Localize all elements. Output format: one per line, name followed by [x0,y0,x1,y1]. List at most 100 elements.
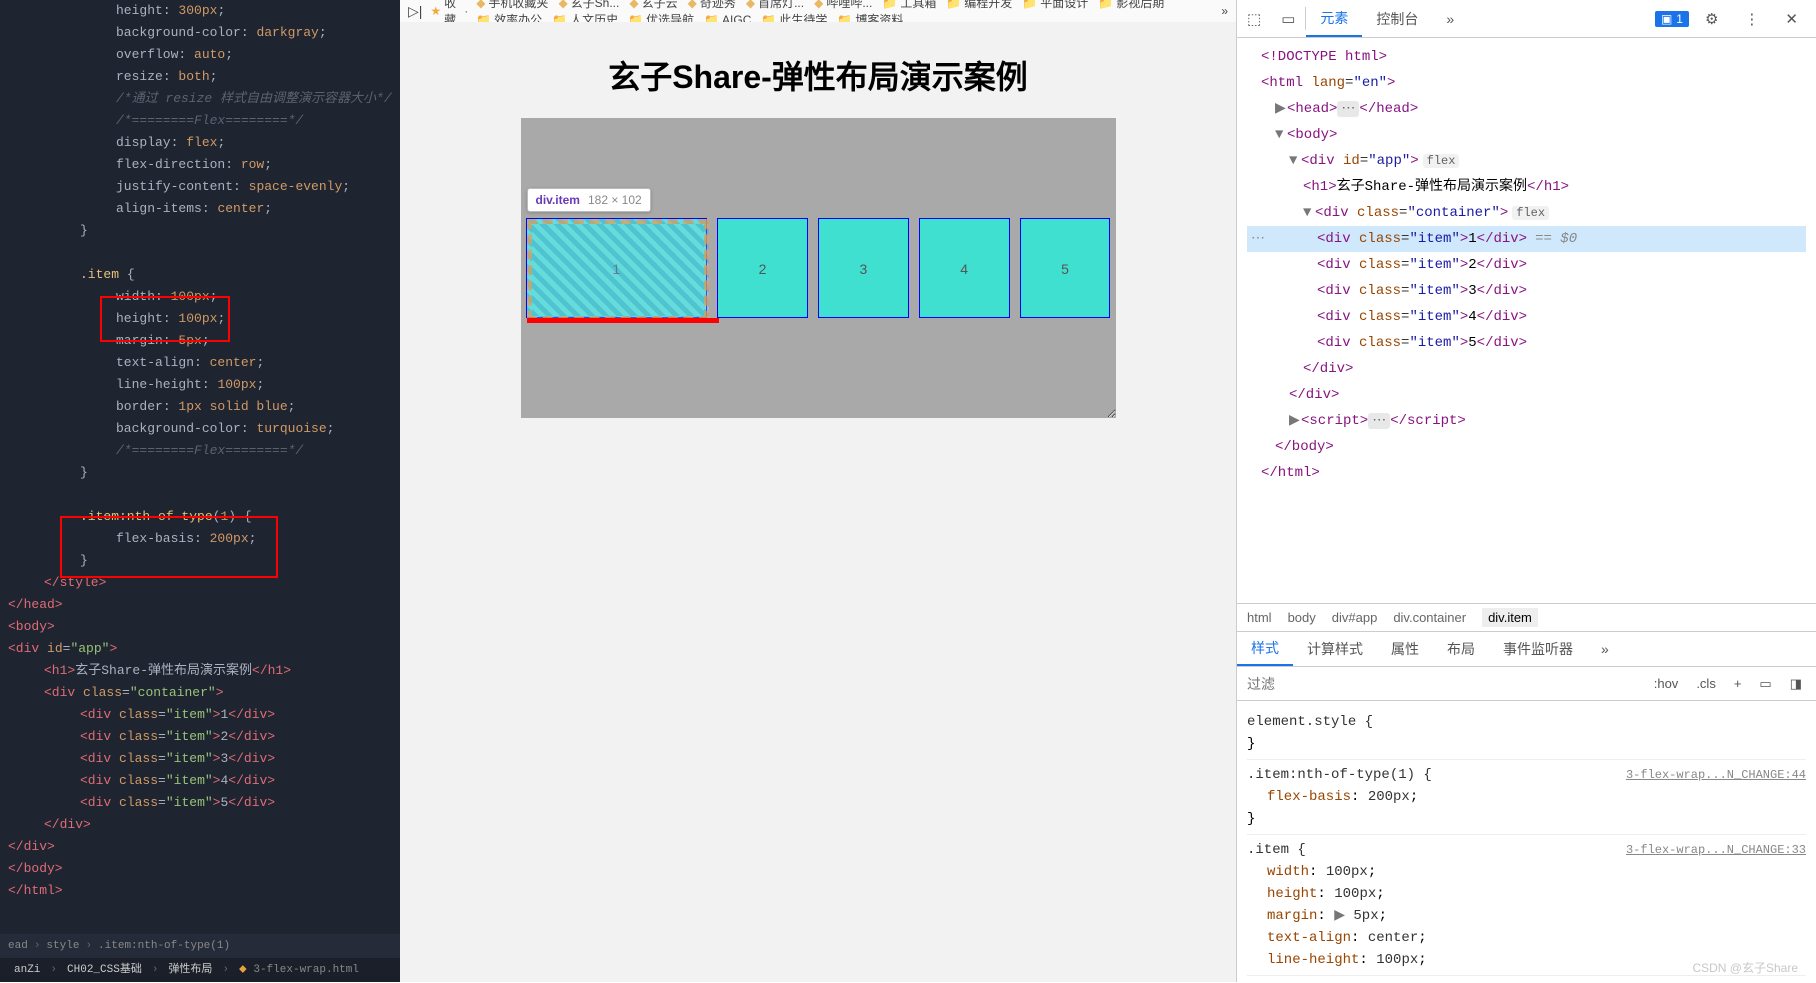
tab-properties[interactable]: 属性 [1377,639,1433,659]
code-line[interactable]: <div id="app"> [8,638,400,660]
file-name[interactable]: ⬥ 3-flex-wrap.html [233,957,365,983]
demo-flex-container[interactable]: div.item 182 × 102 1 2 3 4 5 [521,118,1116,418]
code-line[interactable]: justify-content: space-evenly; [8,176,400,198]
crumb[interactable]: div.container [1393,610,1466,625]
code-line[interactable]: <div class="container"> [8,682,400,704]
element-node[interactable]: ▼<body> [1247,122,1806,148]
filter-input[interactable] [1237,676,1648,692]
editor-breadcrumb[interactable]: ead› style› .item:nth-of-type(1) [0,934,400,958]
bookmark-item[interactable]: ◆玄子Sh... [558,0,619,11]
code-line[interactable]: height: 300px; [8,0,400,22]
code-line[interactable]: </body> [8,858,400,880]
element-node[interactable]: ▼<div id="app">flex [1247,148,1806,174]
element-node[interactable]: <!DOCTYPE html> [1247,44,1806,70]
device-icon[interactable]: ▭ [1271,10,1305,28]
bookmark-bar[interactable]: ▷| ★收藏 · ◆手机收藏夹◆玄子Sh...◆玄子云◆奇迹秀◆首席灯...◆哔… [400,0,1236,22]
code-line[interactable]: } [8,462,400,484]
style-rule[interactable]: .item {3-flex-wrap...N_CHANGE:33width: 1… [1247,835,1806,976]
bookmark-item[interactable]: ◆手机收藏夹 [476,0,548,11]
element-node[interactable]: </html> [1247,460,1806,486]
element-node[interactable]: <div class="item">3</div> [1247,278,1806,304]
code-line[interactable]: <div class="item">1</div> [8,704,400,726]
bookmark-item[interactable]: 📁影视后期 [1098,0,1164,11]
element-node[interactable]: </div> [1247,356,1806,382]
element-node[interactable]: </body> [1247,434,1806,460]
flex-item[interactable]: 1 [526,218,708,318]
code-line[interactable]: .item { [8,264,400,286]
flex-item[interactable]: 2 [717,218,808,318]
bookmark-item[interactable]: 📁平面设计 [1022,0,1088,11]
crumb-active[interactable]: div.item [1482,608,1538,627]
crumb[interactable]: html [1247,610,1272,625]
code-line[interactable]: background-color: darkgray; [8,22,400,44]
path-seg[interactable]: 弹性布局 [162,957,218,983]
code-line[interactable]: <body> [8,616,400,638]
code-line[interactable]: align-items: center; [8,198,400,220]
code-line[interactable]: /*通过 resize 样式自由调整演示容器大小*/ [8,88,400,110]
flex-item[interactable]: 5 [1020,218,1111,318]
dom-breadcrumb[interactable]: html body div#app div.container div.item [1237,603,1816,631]
element-node[interactable]: ▶<script>⋯</script> [1247,408,1806,434]
code-line[interactable] [8,484,400,506]
path-seg[interactable]: anZi [8,957,46,983]
style-rule[interactable]: element.style {} [1247,707,1806,760]
tab-styles[interactable]: 样式 [1237,632,1293,666]
flex-item[interactable]: 3 [818,218,909,318]
element-node[interactable]: ▶<head>⋯</head> [1247,96,1806,122]
bookmark-item[interactable]: 📁编程开发 [946,0,1012,11]
close-icon[interactable]: ✕ [1775,10,1808,28]
element-node[interactable]: </div> [1247,382,1806,408]
element-node[interactable]: <div class="item">2</div> [1247,252,1806,278]
nav-forward-icon[interactable]: ▷| [408,3,422,20]
crumb[interactable]: div#app [1332,610,1378,625]
code-line[interactable]: </head> [8,594,400,616]
code-line[interactable]: border: 1px solid blue; [8,396,400,418]
code-area[interactable]: height: 300px;background-color: darkgray… [0,0,400,934]
code-line[interactable]: background-color: turquoise; [8,418,400,440]
code-line[interactable]: } [8,220,400,242]
tab-layout[interactable]: 布局 [1433,639,1489,659]
code-line[interactable]: text-align: center; [8,352,400,374]
more-icon[interactable]: » [1221,4,1228,18]
code-line[interactable]: </div> [8,814,400,836]
issues-badge[interactable]: ▣1 [1655,11,1689,27]
inspect-icon[interactable]: ⬚ [1237,10,1271,28]
source-link[interactable]: 3-flex-wrap...N_CHANGE:44 [1626,764,1806,786]
code-line[interactable]: </div> [8,836,400,858]
source-link[interactable]: 3-flex-wrap...N_CHANGE:33 [1626,839,1806,861]
path-seg[interactable]: CH02_CSS基础 [61,957,148,983]
styles-pane[interactable]: element.style {}.item:nth-of-type(1) {3-… [1237,701,1816,982]
bookmark-item[interactable]: ◆首席灯... [746,0,804,11]
code-line[interactable]: resize: both; [8,66,400,88]
bookmark-item[interactable]: ◆玄子云 [629,0,677,11]
more-tabs-icon[interactable]: » [1587,641,1623,657]
code-line[interactable]: <h1>玄子Share-弹性布局演示案例</h1> [8,660,400,682]
settings-icon[interactable]: ⚙ [1695,10,1728,28]
crumb[interactable]: style [46,935,79,957]
element-node[interactable]: ⋯<div class="item">1</div>== $0 [1247,226,1806,252]
code-line[interactable]: display: flex; [8,132,400,154]
crumb[interactable]: ead [8,935,28,957]
cls-button[interactable]: .cls [1690,674,1722,694]
code-line[interactable]: <div class="item">3</div> [8,748,400,770]
code-line[interactable]: <div class="item">4</div> [8,770,400,792]
code-line[interactable]: /*========Flex========*/ [8,110,400,132]
bookmark-item[interactable]: ◆哔哩哔... [814,0,872,11]
code-line[interactable]: /*========Flex========*/ [8,440,400,462]
crumb[interactable]: body [1288,610,1316,625]
tab-listeners[interactable]: 事件监听器 [1489,639,1587,659]
bookmark-item[interactable]: ◆奇迹秀 [688,0,736,11]
code-line[interactable]: line-height: 100px; [8,374,400,396]
more-tabs-icon[interactable]: » [1432,0,1468,37]
code-line[interactable]: </html> [8,880,400,902]
style-rule[interactable]: .item:nth-of-type(1) {3-flex-wrap...N_CH… [1247,760,1806,835]
element-node[interactable]: <div class="item">5</div> [1247,330,1806,356]
code-line[interactable]: <div class="item">5</div> [8,792,400,814]
tab-computed[interactable]: 计算样式 [1293,639,1377,659]
elements-tree[interactable]: <!DOCTYPE html><html lang="en">▶<head>⋯<… [1237,38,1816,603]
element-node[interactable]: ▼<div class="container">flex [1247,200,1806,226]
element-node[interactable]: <h1>玄子Share-弹性布局演示案例</h1> [1247,174,1806,200]
element-node[interactable]: <div class="item">4</div> [1247,304,1806,330]
code-line[interactable]: flex-direction: row; [8,154,400,176]
tab-console[interactable]: 控制台 [1362,0,1432,37]
